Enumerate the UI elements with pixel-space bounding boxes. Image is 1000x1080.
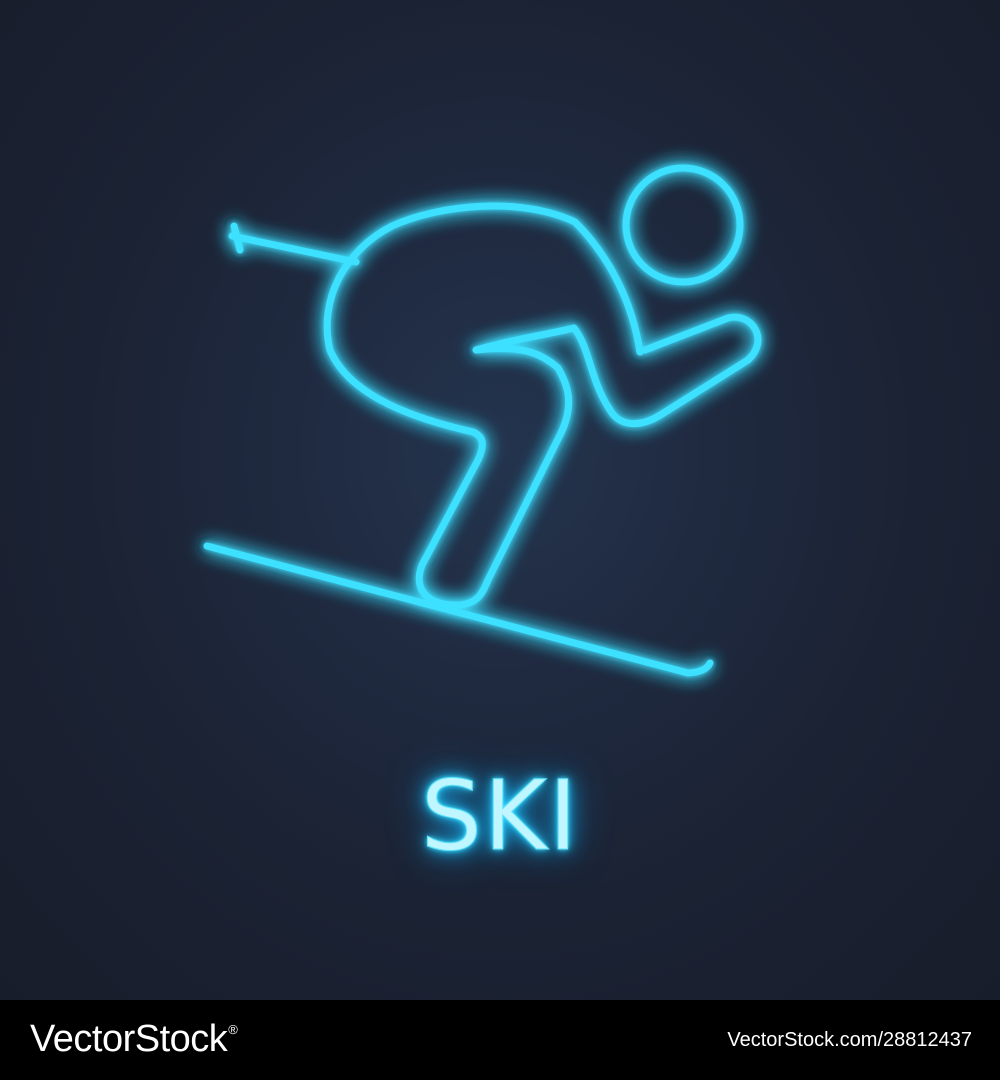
brand-logo: VectorStock®	[30, 1018, 238, 1061]
brand-name: VectorStock	[30, 1018, 228, 1060]
neon-background: SKI	[0, 0, 1000, 1000]
ski-icon	[203, 542, 714, 677]
skier-head-icon	[622, 164, 744, 286]
ski-pole-icon	[228, 222, 360, 266]
caption-text: SKI	[420, 760, 580, 873]
registered-mark: ®	[228, 1022, 238, 1037]
image-id-text: VectorStock.com/28812437	[727, 1029, 972, 1051]
watermark-footer: VectorStock® VectorStock.com/28812437	[0, 1000, 1000, 1080]
skier-body-icon	[323, 202, 762, 609]
